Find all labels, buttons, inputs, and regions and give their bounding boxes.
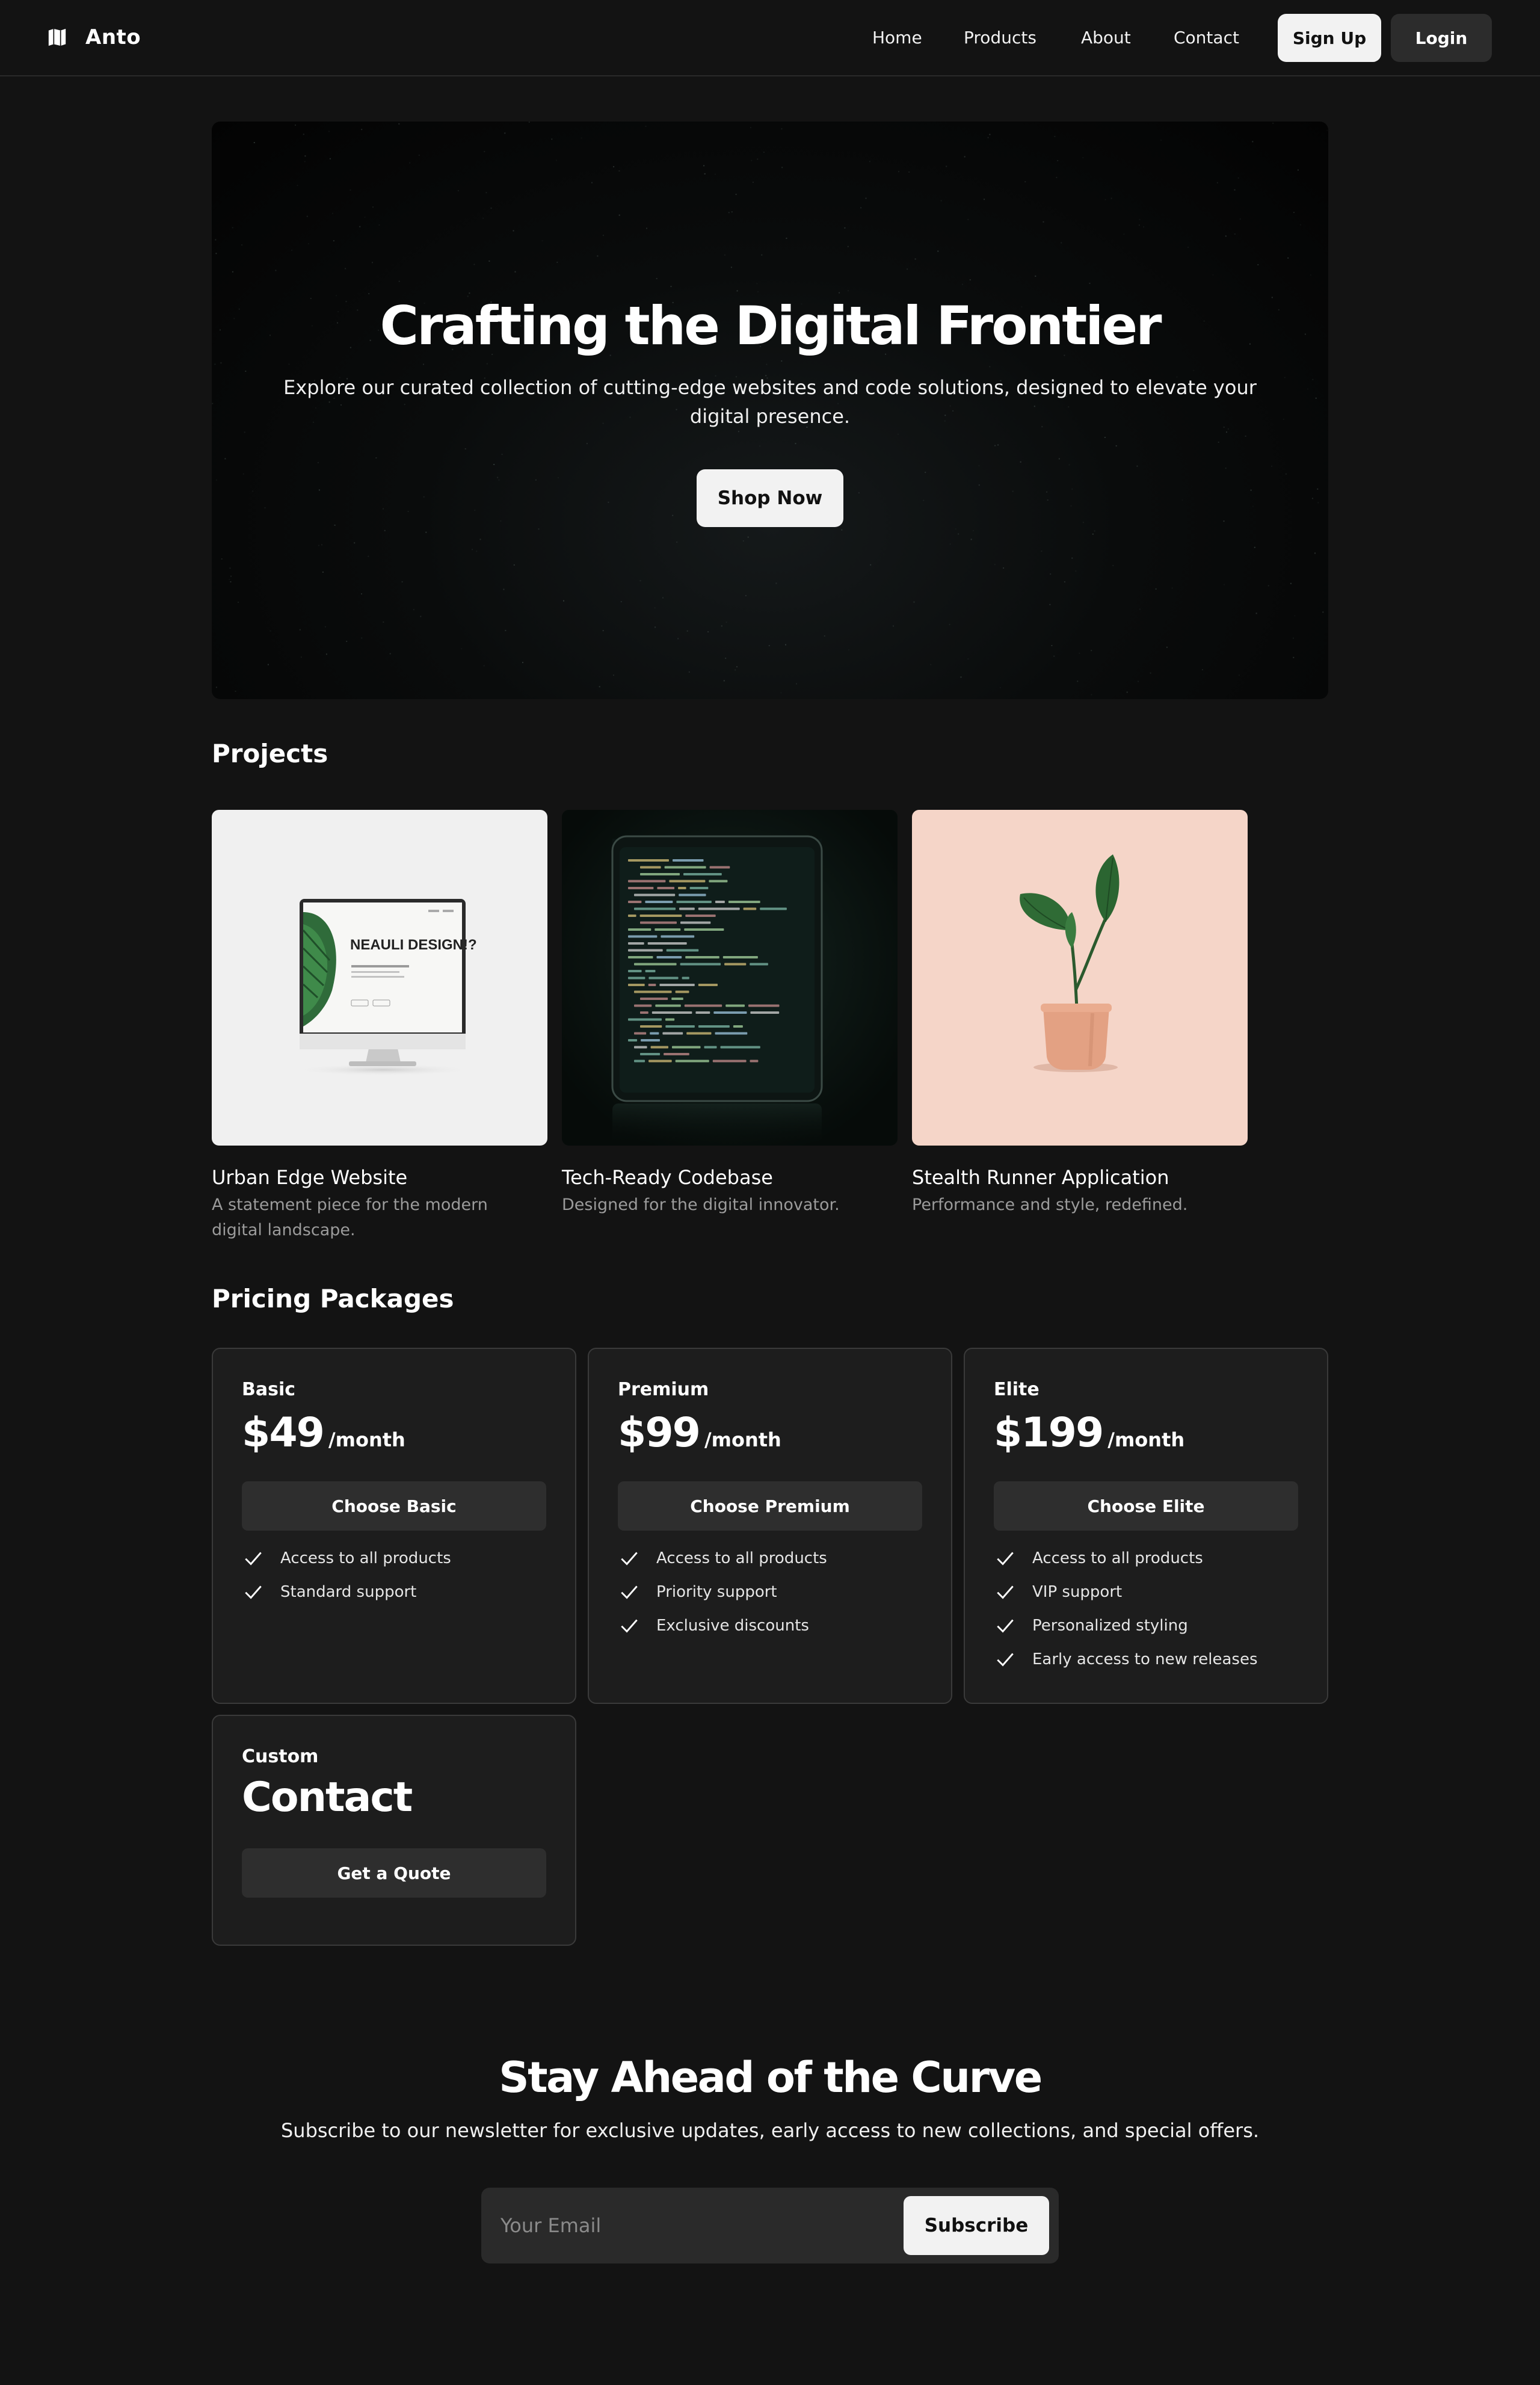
check-icon [245,1585,262,1599]
choose-basic-button[interactable]: Choose Basic [242,1481,546,1531]
newsletter-form: Subscribe [481,2188,1059,2263]
project-name-stealth-runner[interactable]: Stealth Runner Application [912,1166,1169,1189]
plan-tier: Elite [994,1379,1040,1400]
subscribe-button[interactable]: Subscribe [904,2196,1049,2255]
plan-tier: Custom [242,1746,319,1767]
project-name-urban-edge[interactable]: Urban Edge Website [212,1166,407,1189]
custom-headline: Contact [242,1774,413,1821]
project-image-stealth-runner[interactable] [912,810,1248,1146]
plan-feature: Standard support [242,1580,416,1604]
plan-feature: Personalized styling [994,1614,1188,1638]
check-icon [997,1619,1014,1633]
check-icon [245,1552,262,1566]
pricing-card-basic: Basic $49 /month Choose Basic Access to … [212,1348,576,1704]
plan-feature: Priority support [618,1580,777,1604]
shop-now-button[interactable]: Shop Now [697,469,843,527]
plan-feature-label: Early access to new releases [1032,1650,1258,1668]
plan-feature-label: Exclusive discounts [656,1617,809,1635]
plan-feature: Early access to new releases [994,1647,1258,1671]
plan-tier: Premium [618,1379,709,1400]
price-unit: /month [704,1428,781,1451]
plan-tier: Basic [242,1379,296,1400]
plan-feature: Access to all products [242,1546,451,1570]
price-amount: $49 [242,1409,325,1457]
nav-about[interactable]: About [1081,28,1131,48]
nav-products[interactable]: Products [964,28,1036,48]
hero-subtitle: Explore our curated collection of cuttin… [283,376,1257,428]
check-icon [997,1653,1014,1667]
nav-home[interactable]: Home [872,28,922,48]
phone-code-illustration [562,810,898,1146]
check-icon [621,1585,638,1599]
project-desc-tech-ready: Designed for the digital innovator. [562,1196,840,1214]
choose-premium-button[interactable]: Choose Premium [618,1481,922,1531]
monitor-mockup-illustration: NEAULI DESIGN!? [293,899,477,1076]
plan-feature: Exclusive discounts [618,1614,809,1638]
sign-up-button[interactable]: Sign Up [1278,14,1381,62]
plan-price: $99 /month [618,1409,781,1457]
pricing-heading: Pricing Packages [212,1284,454,1313]
newsletter-title: Stay Ahead of the Curve [499,2053,1043,2102]
pricing-card-premium: Premium $99 /month Choose Premium Access… [588,1348,952,1704]
plan-feature: Access to all products [618,1546,827,1570]
pricing-card-custom: Custom Contact Get a Quote [212,1715,576,1946]
price-unit: /month [1107,1428,1185,1451]
plan-feature-label: Access to all products [656,1549,827,1567]
monitor-screen-headline: NEAULI DESIGN!? [350,937,477,953]
plan-feature-label: Access to all products [280,1549,451,1567]
email-input[interactable] [481,2188,896,2263]
plan-feature: Access to all products [994,1546,1203,1570]
login-button[interactable]: Login [1391,14,1492,62]
nav-contact[interactable]: Contact [1174,28,1239,48]
hero-title: Crafting the Digital Frontier [380,295,1162,357]
projects-heading: Projects [212,739,328,768]
project-desc-stealth-runner: Performance and style, redefined. [912,1196,1188,1214]
potted-plant-illustration [1020,854,1120,1072]
check-icon [621,1619,638,1633]
pricing-card-elite: Elite $199 /month Choose Elite Access to… [964,1348,1328,1704]
plan-price: $49 /month [242,1409,405,1457]
plan-feature-label: VIP support [1032,1583,1123,1601]
brand-name: Anto [85,25,141,49]
choose-elite-button[interactable]: Choose Elite [994,1481,1298,1531]
project-name-tech-ready[interactable]: Tech-Ready Codebase [562,1166,773,1189]
site-header: Anto Home Products About Contact Sign Up… [0,0,1540,76]
price-unit: /month [328,1428,405,1451]
brand[interactable]: Anto [47,23,141,52]
plan-feature-label: Priority support [656,1583,777,1601]
project-image-urban-edge[interactable]: NEAULI DESIGN!? [212,810,547,1146]
check-icon [621,1552,638,1566]
price-amount: $199 [994,1409,1104,1457]
price-amount: $99 [618,1409,701,1457]
check-icon [997,1585,1014,1599]
check-icon [997,1552,1014,1566]
hero-banner: Crafting the Digital Frontier Explore ou… [212,122,1328,699]
newsletter-subtitle: Subscribe to our newsletter for exclusiv… [280,2119,1260,2142]
plan-feature: VIP support [994,1580,1122,1604]
project-desc-urban-edge: A statement piece for the modern digital… [212,1196,488,1239]
plan-feature-label: Access to all products [1032,1549,1203,1567]
plan-price: $199 /month [994,1409,1184,1457]
map-icon [48,28,66,46]
project-image-tech-ready[interactable] [562,810,898,1146]
plan-feature-label: Personalized styling [1032,1617,1188,1635]
plan-feature-label: Standard support [280,1583,417,1601]
get-quote-button[interactable]: Get a Quote [242,1848,546,1898]
